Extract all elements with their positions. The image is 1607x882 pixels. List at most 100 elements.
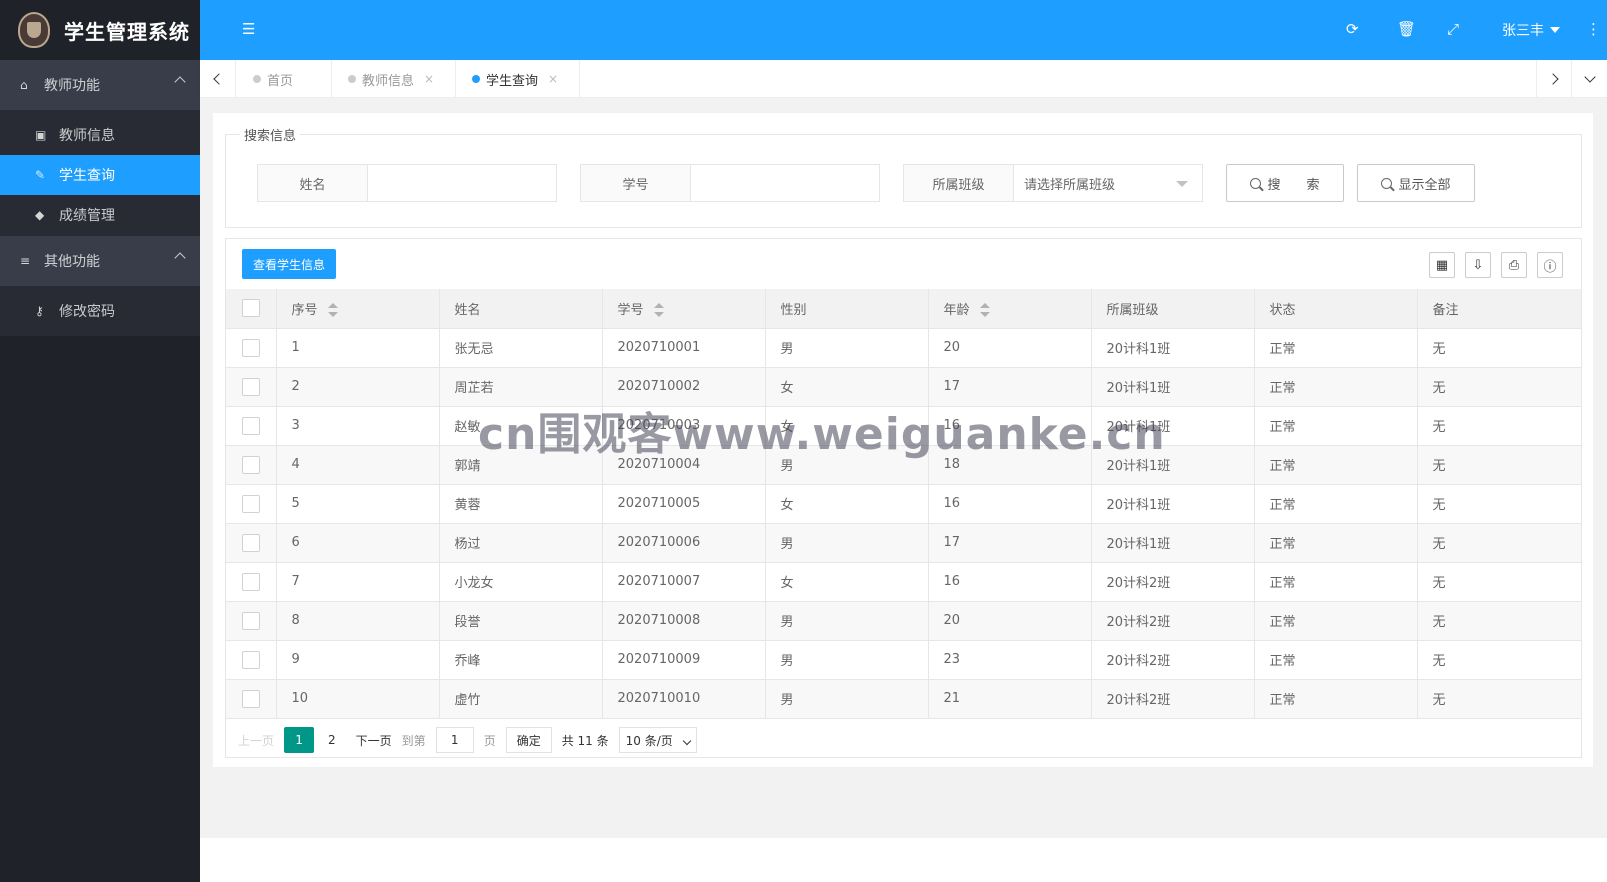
row-checkbox[interactable]	[242, 338, 260, 357]
export-icon[interactable]: ⇩	[1465, 252, 1491, 278]
cell-status: 正常	[1254, 562, 1418, 602]
cell-student-id: 2020710001	[602, 328, 766, 368]
search-button[interactable]: 搜 索	[1226, 164, 1344, 202]
table-header-row: 序号 姓名 学号 性别 年龄 所属班级 状态 备注	[226, 289, 1581, 329]
cell-class: 20计科2班	[1091, 601, 1255, 641]
cell-age: 20	[928, 328, 1092, 368]
cell-remark: 无	[1417, 679, 1581, 719]
show-all-button-label: 显示全部	[1398, 177, 1451, 193]
show-all-button[interactable]: 显示全部	[1357, 164, 1475, 202]
trash-icon[interactable]: 🗑	[1397, 20, 1416, 38]
row-checkbox-cell	[226, 445, 277, 485]
cell-name: 张无忌	[439, 328, 603, 368]
col-header-label: 备注	[1432, 302, 1459, 318]
table-row[interactable]: 9 乔峰 2020710009 男 23 20计科2班 正常无	[226, 640, 1581, 680]
table-row[interactable]: 8 段誉 2020710008 男 20 20计科2班 正常无	[226, 601, 1581, 641]
chevron-down-icon	[1584, 71, 1596, 83]
cell-name: 黄蓉	[439, 484, 603, 524]
row-checkbox[interactable]	[242, 494, 260, 513]
row-checkbox-cell	[226, 562, 277, 602]
goto-label: 到第	[401, 733, 426, 748]
class-select[interactable]: 请选择所属班级	[1014, 165, 1202, 201]
columns-filter-icon[interactable]: ▦	[1429, 252, 1455, 278]
tab-scroll-right[interactable]	[1536, 60, 1572, 98]
col-header-student-id[interactable]: 学号	[602, 289, 766, 329]
sidebar-submenu-teacher: ▣ 教师信息 ✎ 学生查询 ◆ 成绩管理	[0, 110, 200, 236]
row-checkbox[interactable]	[242, 416, 260, 435]
tab-student-query[interactable]: 学生查询 ×	[456, 60, 580, 98]
info-icon[interactable]: ⓘ	[1537, 252, 1563, 278]
col-header-age[interactable]: 年龄	[928, 289, 1092, 329]
cell-name: 乔峰	[439, 640, 603, 680]
close-icon[interactable]: ×	[424, 72, 434, 86]
sidebar-group-other[interactable]: ≡ 其他功能	[0, 236, 200, 286]
menu-toggle-icon[interactable]: ☰	[242, 20, 255, 38]
select-all-checkbox[interactable]	[242, 299, 260, 318]
col-header-status: 状态	[1254, 289, 1418, 329]
table-row[interactable]: 5 黄蓉 2020710005 女 16 20计科1班 正常无	[226, 484, 1581, 524]
user-menu[interactable]: 张三丰	[1502, 20, 1560, 40]
tab-scroll-left[interactable]	[200, 60, 236, 98]
more-vertical-icon[interactable]: ⋮	[1586, 20, 1601, 38]
sidebar-group-teacher[interactable]: ⌂ 教师功能	[0, 60, 200, 110]
cell-name: 段誉	[439, 601, 603, 641]
row-checkbox[interactable]	[242, 377, 260, 396]
table-row[interactable]: 10 虚竹 2020710010 男 21 20计科2班 正常无	[226, 679, 1581, 719]
row-checkbox[interactable]	[242, 572, 260, 591]
cell-remark: 无	[1417, 406, 1581, 446]
prev-page-link[interactable]: 上一页	[238, 732, 274, 749]
cell-remark: 无	[1417, 640, 1581, 680]
close-icon[interactable]: ×	[548, 72, 558, 86]
sidebar-item-label: 修改密码	[59, 304, 115, 320]
cell-age: 21	[928, 679, 1092, 719]
sidebar-item-grade-management[interactable]: ◆ 成绩管理	[0, 195, 200, 235]
tab-dot	[472, 75, 480, 83]
print-icon[interactable]: ⎙	[1501, 252, 1527, 278]
header-checkbox-cell	[226, 289, 277, 329]
page-2-link[interactable]: 2	[324, 733, 340, 747]
sort-icon[interactable]	[979, 303, 990, 318]
name-input[interactable]	[368, 165, 556, 201]
tab-teacher-info[interactable]: 教师信息 ×	[332, 60, 456, 98]
cell-class: 20计科2班	[1091, 679, 1255, 719]
row-checkbox[interactable]	[242, 533, 260, 552]
cell-index: 1	[276, 328, 440, 368]
row-checkbox[interactable]	[242, 650, 260, 669]
chevron-right-icon	[1546, 73, 1559, 85]
table-row[interactable]: 7 小龙女 2020710007 女 16 20计科2班 正常无	[226, 562, 1581, 602]
confirm-page-button[interactable]: 确定	[505, 727, 552, 753]
fullscreen-icon[interactable]: ⤢	[1447, 20, 1459, 38]
page-1-button[interactable]: 1	[284, 727, 315, 753]
row-checkbox-cell	[226, 328, 277, 368]
cell-remark: 无	[1417, 523, 1581, 563]
sidebar-item-teacher-info[interactable]: ▣ 教师信息	[0, 115, 200, 155]
table-row[interactable]: 1 张无忌 2020710001 男 20 20计科1班 正常无	[226, 328, 1581, 368]
refresh-icon[interactable]: ⟳	[1346, 20, 1359, 38]
view-student-button[interactable]: 查看学生信息	[242, 249, 337, 279]
cell-remark: 无	[1417, 484, 1581, 524]
next-page-link[interactable]: 下一页	[356, 732, 392, 749]
sidebar-item-label: 学生查询	[59, 168, 115, 184]
chevron-up-icon	[174, 252, 186, 264]
col-header-gender: 性别	[765, 289, 929, 329]
cell-status: 正常	[1254, 523, 1418, 563]
page-size-select[interactable]: 10 条/页	[618, 727, 697, 753]
sort-icon[interactable]	[327, 303, 338, 318]
tab-options[interactable]	[1572, 60, 1607, 98]
cell-index: 2	[276, 367, 440, 407]
sidebar-item-label: 教师信息	[59, 128, 115, 144]
tab-home[interactable]: 首页	[237, 60, 332, 98]
col-header-index[interactable]: 序号	[276, 289, 440, 329]
table-row[interactable]: 6 杨过 2020710006 男 17 20计科1班 正常无	[226, 523, 1581, 563]
class-select-placeholder: 请选择所属班级	[1024, 177, 1116, 193]
row-checkbox[interactable]	[242, 611, 260, 630]
sidebar-item-change-password[interactable]: ⚷ 修改密码	[0, 291, 200, 331]
goto-page-input[interactable]: 1	[435, 727, 474, 753]
cell-index: 6	[276, 523, 440, 563]
sidebar-item-student-query[interactable]: ✎ 学生查询	[0, 155, 200, 195]
student-id-input[interactable]	[691, 165, 879, 201]
sort-icon[interactable]	[653, 303, 664, 318]
row-checkbox[interactable]	[242, 689, 260, 708]
row-checkbox[interactable]	[242, 455, 260, 474]
col-header-label: 性别	[780, 302, 807, 318]
